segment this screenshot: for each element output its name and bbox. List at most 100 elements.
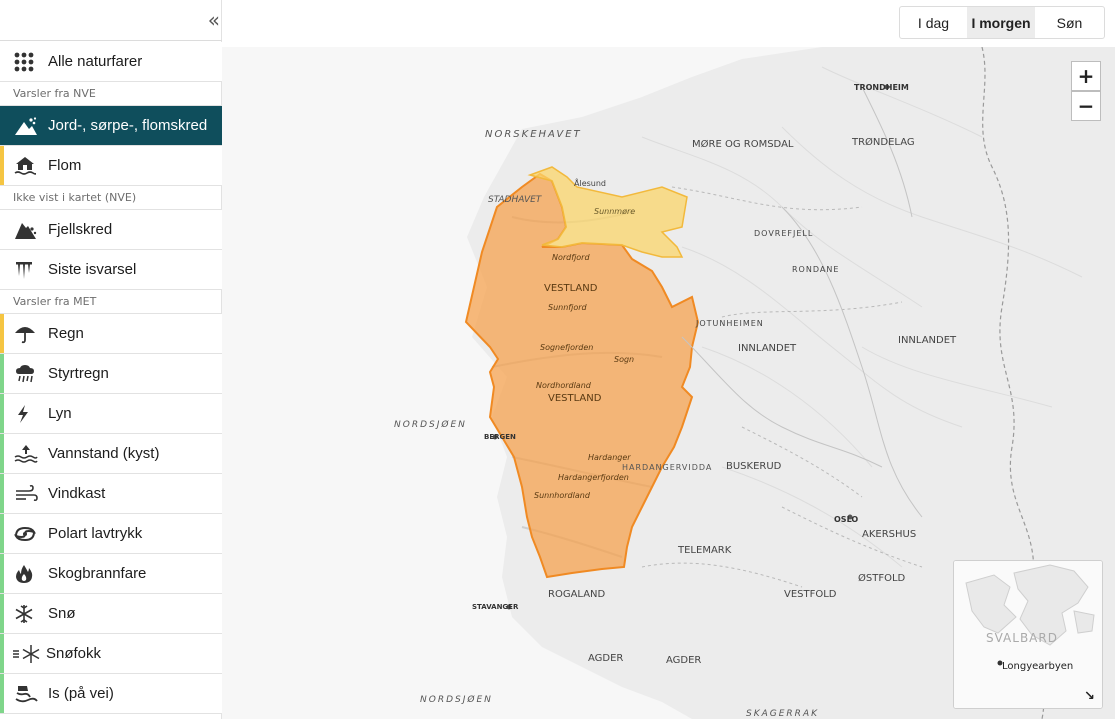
rockslide-icon [14,218,48,242]
sidebar-item-snow[interactable]: Snø [0,594,222,634]
map-label-sognefjorden: Sognefjorden [540,343,594,352]
polar-low-icon [14,522,48,546]
map-label-vestland-2: VESTLAND [548,393,602,404]
map-label-dovrefjell: DOVREFJELL [754,229,814,238]
longyearbyen-label: Longyearbyen [1002,661,1074,672]
warning-stripe [0,474,4,513]
warning-stripe [0,146,4,185]
tab-tomorrow[interactable]: I morgen [967,7,1035,38]
map-label-agder-1: AGDER [588,653,624,664]
map-label-hardangerfjorden: Hardangerfjorden [558,473,629,482]
warning-stripe [0,554,4,593]
svalbard-inset[interactable]: SVALBARD Longyearbyen ↘ [953,560,1103,709]
sidebar-item-label: Vannstand (kyst) [48,445,160,462]
sidebar-item-icy-road[interactable]: Is (på vei) [0,674,222,714]
map-label-sunnhordland: Sunnhordland [534,491,590,500]
map-label-sea: NORSKEHAVET [485,129,582,140]
zoom-in-button[interactable]: + [1071,61,1101,91]
grid-icon [14,50,48,74]
warning-stripe [0,394,4,433]
map-label-telemark: TELEMARK [678,545,732,556]
map-label-sunnfjord: Sunnfjord [548,303,587,312]
map-label-nordfjord: Nordfjord [552,253,590,262]
map-label-ostfold: ØSTFOLD [858,573,906,584]
sidebar-item-rockslide[interactable]: Fjellskred [0,210,222,250]
snowflake-icon [14,602,48,626]
warning-stripe [0,314,4,353]
sidebar-item-polar-low[interactable]: Polart lavtrykk [0,514,222,554]
map-label-akershus: AKERSHUS [862,529,917,540]
sidebar-item-forest-fire[interactable]: Skogbrannfare [0,554,222,594]
section-met: Varsler fra MET [0,290,222,314]
drifting-snow-icon [12,642,46,666]
map-label-nordsjoen: NORDSJØEN [394,420,467,430]
sidebar-item-label: Snø [48,605,76,622]
sidebar-item-landslide[interactable]: Jord-, sørpe-, flomskred [0,106,222,146]
sidebar-item-label: Jord-, sørpe-, flomskred [48,117,208,134]
map-label-vestfold: VESTFOLD [784,589,837,600]
sidebar-item-wind[interactable]: Vindkast [0,474,222,514]
section-nve: Varsler fra NVE [0,82,222,106]
map-label-rondane: RONDANE [792,265,840,274]
map-label-stavanger: STAVANGER [472,603,519,611]
sidebar-item-label: Vindkast [48,485,106,502]
section-not-in-map: Ikke vist i kartet (NVE) [0,186,222,210]
tab-today[interactable]: I dag [900,7,967,38]
sidebar-item-label: Styrtregn [48,365,109,382]
sidebar-item-ice-warning[interactable]: Siste isvarsel [0,250,222,290]
map-label-trondelag: TRØNDELAG [852,137,915,148]
sidebar-item-label: Skogbrannfare [48,565,147,582]
lightning-icon [14,402,48,426]
collapse-sidebar-icon[interactable]: « [208,8,220,32]
warning-stripe [0,634,4,673]
sidebar-item-lightning[interactable]: Lyn [0,394,222,434]
sidebar-item-all-hazards[interactable]: Alle naturfarer [0,42,222,82]
map-label-innlandet-2: INNLANDET [898,335,957,346]
umbrella-icon [14,322,48,346]
map-label-jotunheimen: JOTUNHEIMEN [696,319,764,328]
sidebar-item-label: Siste isvarsel [48,261,137,278]
warning-stripe [0,594,4,633]
sidebar-item-rain[interactable]: Regn [0,314,222,354]
map-label-sunnmore: Sunnmøre [594,207,636,216]
map-label-rogaland: ROGALAND [548,589,606,600]
sidebar-item-label: Is (på vei) [48,685,114,702]
warning-stripe [0,354,4,393]
map-label-hardangervidda: HARDANGERVIDDA [622,463,713,472]
icy-road-icon [14,682,48,706]
sidebar-item-water-level[interactable]: Vannstand (kyst) [0,434,222,474]
map-label-vestland-1: VESTLAND [544,283,598,294]
zoom-out-button[interactable]: − [1071,91,1101,121]
warning-stripe [0,514,4,553]
sidebar-item-label: Polart lavtrykk [48,525,143,542]
landslide-icon [14,114,48,138]
map-label-stadhavet: STADHAVET [488,195,542,205]
wind-icon [14,482,48,506]
warning-stripe [0,434,4,473]
map-label-skagerrak: SKAGERRAK [746,709,819,719]
map-label-trondheim: TRONDHEIM [854,83,909,92]
tab-sunday[interactable]: Søn [1035,7,1104,38]
map-label-oslo: OSLO [834,515,859,524]
flood-house-icon [14,154,48,178]
water-level-icon [14,442,48,466]
sidebar-item-label: Flom [48,157,82,174]
sidebar-item-label: Lyn [48,405,72,422]
expand-inset-icon[interactable]: ↘ [1084,689,1095,704]
sidebar-item-label: Snøfokk [46,645,102,662]
svalbard-title: SVALBARD [986,631,1058,645]
sidebar-item-flood[interactable]: Flom [0,146,222,186]
sidebar-item-label: Regn [48,325,84,342]
sidebar-item-label: Fjellskred [48,221,113,238]
sidebar-item-drifting-snow[interactable]: Snøfokk [0,634,222,674]
map-label-nordsjoen-2: NORDSJØEN [420,695,493,705]
map-label-nordhordland: Nordhordland [536,381,591,390]
sidebar-item-heavy-rain[interactable]: Styrtregn [0,354,222,394]
sidebar: « Alle naturfarer Varsler fra NVE Jord-,… [0,0,222,719]
map-label-buskerud: BUSKERUD [726,461,782,472]
app: NORSKEHAVET STADHAVET NORDSJØEN NORDSJØE… [0,0,1115,719]
map-label-hardanger: Hardanger [588,453,631,462]
warning-stripe [0,106,4,145]
heavy-rain-icon [14,362,48,386]
map-label-more-romsdal: MØRE OG ROMSDAL [692,139,794,150]
